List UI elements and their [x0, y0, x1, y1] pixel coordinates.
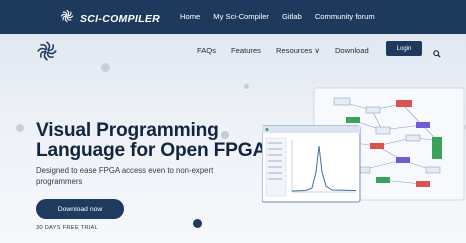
download-now-button[interactable]: Download now — [36, 199, 124, 219]
top-bar: SCI-COMPILER Home My Sci-Compiler Gitlab… — [0, 0, 466, 34]
product-illustration — [261, 80, 466, 235]
trial-note: 30 DAYS FREE TRIAL — [36, 225, 99, 231]
nav-faqs[interactable]: FAQs — [197, 46, 216, 55]
main-nav: FAQs Features Resources ∨ Download — [197, 46, 384, 55]
brand-name: SCI-COMPILER — [80, 12, 161, 25]
nav-download[interactable]: Download — [335, 46, 369, 55]
top-nav-community-forum[interactable]: Community forum — [315, 12, 375, 21]
plot-window — [261, 125, 361, 203]
sci-compiler-logo-icon — [60, 9, 74, 28]
search-icon[interactable] — [433, 45, 441, 63]
title-line-1: Visual Programming — [36, 120, 219, 141]
decorative-dot — [244, 84, 249, 89]
top-nav: Home My Sci-Compiler Gitlab Community fo… — [180, 12, 388, 21]
page-title: Visual Programming Language for Open FPG… — [36, 121, 266, 161]
decorative-dot — [16, 124, 24, 132]
title-line-2: Language for Open FPGA — [36, 140, 267, 161]
nav-features[interactable]: Features — [231, 46, 261, 55]
top-nav-gitlab[interactable]: Gitlab — [282, 12, 302, 21]
sci-compiler-logo-icon[interactable] — [36, 40, 58, 67]
top-nav-home[interactable]: Home — [180, 12, 200, 21]
nav-resources[interactable]: Resources ∨ — [276, 46, 320, 55]
top-nav-my-sci-compiler[interactable]: My Sci-Compiler — [213, 12, 269, 21]
login-button[interactable]: Login — [386, 41, 422, 56]
brand[interactable]: SCI-COMPILER — [60, 9, 160, 28]
decorative-dot — [101, 63, 110, 72]
hero-subtitle: Designed to ease FPGA access even to non… — [36, 166, 214, 186]
decorative-dot — [193, 219, 202, 228]
